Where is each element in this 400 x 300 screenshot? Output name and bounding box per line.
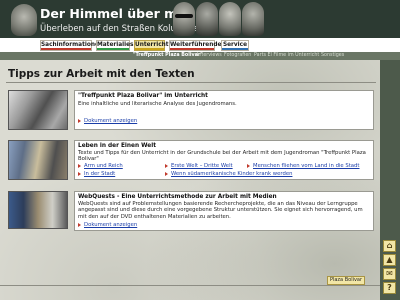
help-button[interactable]: ? bbox=[383, 282, 396, 294]
side-toolbar: ⌂ ▲ ✉ ? bbox=[380, 60, 400, 300]
card-link[interactable]: Arm und Reich bbox=[78, 163, 123, 169]
sub-nav: "Treffpunkt Plaza Bolivar" Interviews Fo… bbox=[0, 52, 400, 60]
arrow-icon bbox=[78, 171, 81, 176]
card-link[interactable]: Menschen fliehen vom Land in die Stadt bbox=[247, 163, 359, 169]
card-box: "Treffpunkt Plaza Bolivar" im Unterricht… bbox=[74, 90, 374, 130]
content-card: WebQuests - Eine Unterrichtsmethode zur … bbox=[8, 191, 374, 231]
arrow-icon bbox=[78, 222, 81, 227]
card-title: "Treffpunkt Plaza Bolivar" im Unterricht bbox=[78, 93, 208, 99]
card-link[interactable]: In der Stadt bbox=[78, 171, 115, 177]
bottom-divider bbox=[0, 285, 380, 286]
arrow-up-icon: ▲ bbox=[386, 255, 393, 264]
subnav-item-sonstiges[interactable]: Sonstiges bbox=[321, 52, 344, 60]
logo-portrait bbox=[11, 4, 37, 36]
nav-color-bar bbox=[41, 48, 91, 50]
subnav-item-treffpunkt[interactable]: "Treffpunkt Plaza Bolivar" bbox=[133, 52, 203, 60]
site-title: Der Himmel über mir bbox=[40, 6, 188, 21]
nav-unterricht[interactable]: Unterricht bbox=[134, 40, 169, 51]
header-photo-glasses bbox=[175, 14, 193, 18]
mail-icon: ✉ bbox=[386, 269, 393, 278]
home-icon: ⌂ bbox=[386, 241, 393, 250]
site-header: Der Himmel über mir Überleben auf den St… bbox=[0, 0, 400, 38]
card-link[interactable]: Dokument anzeigen bbox=[78, 118, 137, 124]
up-button[interactable]: ▲ bbox=[383, 254, 396, 266]
main-content: Tipps zur Arbeit mit den Texten "Treffpu… bbox=[0, 60, 380, 300]
card-text: Texte und Tipps für den Unterricht in de… bbox=[78, 150, 366, 163]
link-label: Erste Welt – Dritte Welt bbox=[171, 163, 233, 169]
link-label: In der Stadt bbox=[84, 171, 116, 177]
link-label: Arm und Reich bbox=[84, 163, 123, 169]
arrow-icon bbox=[78, 163, 81, 168]
card-text: Eine inhaltliche und literarische Analys… bbox=[78, 101, 237, 107]
bottom-tab-plaza-bolivar[interactable]: Plaza Bolivar bbox=[327, 276, 365, 285]
nav-color-bar bbox=[97, 48, 129, 50]
contact-button[interactable]: ✉ bbox=[383, 268, 396, 280]
nav-sachinformationen[interactable]: Sachinformationen bbox=[40, 40, 103, 51]
link-label: Menschen fliehen vom Land in die Stadt bbox=[253, 163, 360, 169]
card-text: WebQuests sind auf Problemstellungen bas… bbox=[78, 201, 363, 220]
arrow-icon bbox=[78, 118, 81, 123]
subnav-item-interviews[interactable]: Interviews bbox=[197, 52, 222, 60]
card-link[interactable]: Dokument anzeigen bbox=[78, 222, 137, 228]
nav-materialien[interactable]: Materialies bbox=[96, 40, 134, 51]
subnav-item-filme[interactable]: Parts El Filme im Unterricht bbox=[254, 52, 319, 60]
arrow-icon bbox=[165, 171, 168, 176]
content-card: Leben in der Einen Welt Texte und Tipps … bbox=[8, 140, 374, 180]
card-thumbnail bbox=[8, 140, 68, 180]
content-card: "Treffpunkt Plaza Bolivar" im Unterricht… bbox=[8, 90, 374, 130]
home-button[interactable]: ⌂ bbox=[383, 240, 396, 252]
arrow-icon bbox=[247, 163, 250, 168]
card-thumbnail bbox=[8, 90, 68, 130]
card-box: Leben in der Einen Welt Texte und Tipps … bbox=[74, 140, 374, 180]
arrow-icon bbox=[165, 163, 168, 168]
nav-weiterfuehrendes[interactable]: Weiterführendes bbox=[169, 40, 225, 51]
nav-color-bar bbox=[135, 48, 164, 50]
card-title: WebQuests - Eine Unterrichtsmethode zur … bbox=[78, 194, 277, 200]
link-label: Dokument anzeigen bbox=[84, 118, 138, 124]
nav-service[interactable]: Service bbox=[221, 40, 249, 51]
header-photo-face bbox=[219, 2, 241, 36]
link-label: Dokument anzeigen bbox=[84, 222, 138, 228]
header-photo-face bbox=[173, 2, 195, 36]
card-thumbnail bbox=[8, 191, 68, 229]
link-label: Wenn südamerikanische Kinder krank werde… bbox=[171, 171, 293, 177]
nav-color-bar bbox=[222, 48, 248, 50]
subnav-item-fotografien[interactable]: Fotografien bbox=[224, 52, 251, 60]
help-icon: ? bbox=[387, 283, 392, 292]
card-title: Leben in der Einen Welt bbox=[78, 143, 156, 149]
page-title: Tipps zur Arbeit mit den Texten bbox=[8, 68, 195, 80]
header-photo-face bbox=[196, 2, 218, 36]
title-divider bbox=[6, 82, 376, 83]
card-link[interactable]: Erste Welt – Dritte Welt bbox=[165, 163, 233, 169]
card-link[interactable]: Wenn südamerikanische Kinder krank werde… bbox=[165, 171, 292, 177]
card-box: WebQuests - Eine Unterrichtsmethode zur … bbox=[74, 191, 374, 231]
header-photo-face bbox=[242, 2, 264, 36]
nav-color-bar bbox=[170, 48, 214, 50]
main-nav: Sachinformationen Materialies Unterricht… bbox=[0, 38, 400, 52]
